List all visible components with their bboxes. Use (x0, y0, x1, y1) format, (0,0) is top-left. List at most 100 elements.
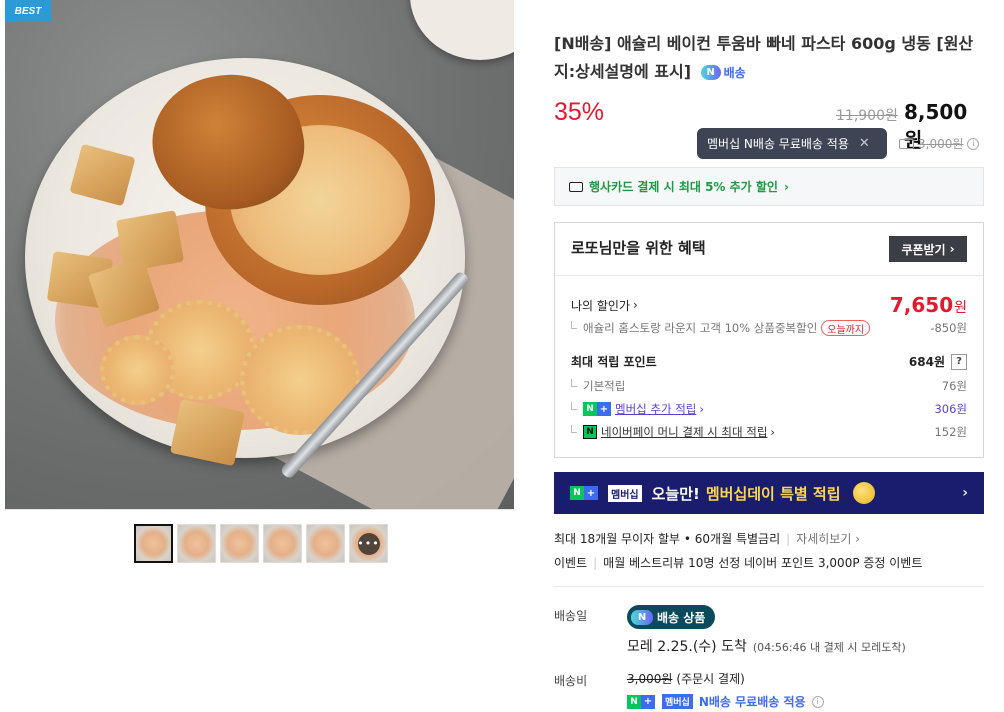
n-delivery-icon: N (700, 65, 721, 80)
gallery-divider (5, 509, 514, 510)
discount-rate: 35% (554, 98, 605, 126)
get-coupon-button[interactable]: 쿠폰받기 › (889, 236, 967, 262)
product-title-text: [N배송] 애슐리 베이컨 투움바 빠네 파스타 600g 냉동 [원산지:상세… (554, 34, 974, 81)
thumbnail-4[interactable] (263, 524, 302, 563)
delivery-arrival: 모레 2.25.(수) 도착 (04:56:46 내 결제 시 모레도착) (627, 636, 906, 656)
card-promo-text: 행사카드 결제 시 최대 5% 추가 할인 (589, 180, 778, 194)
info-icon[interactable]: i (967, 137, 980, 150)
basic-points-label: 기본적립 (583, 379, 626, 393)
plate-corner-graphic (410, 0, 514, 60)
my-discount-row: 나의 할인가 › 7,650원 (571, 293, 967, 317)
my-discount-unit: 원 (954, 300, 967, 316)
n-delivery-badge: N 배송 상품 (627, 605, 716, 629)
points-value: 684원 (908, 355, 945, 369)
shipping-tooltip-text: 멤버십 N배송 무료배송 적용 (707, 137, 849, 151)
shipping-fee-original: 3,000원 (918, 137, 964, 151)
card-promo-bar[interactable]: 행사카드 결제 시 최대 5% 추가 할인 › (554, 167, 984, 206)
my-discount-value: 7,650 (889, 293, 954, 317)
discount-detail-text: 애슐리 홈스토랑 라운지 고객 10% 상품중복할인 (583, 321, 818, 335)
divider (555, 275, 983, 276)
npay-points-row: N 네이버페이 머니 결제 시 최대 적립 › 152원 (571, 424, 967, 440)
basic-points-value: 76원 (941, 379, 967, 393)
membership-day-banner[interactable]: N + 멤버십 오늘만! 멤버십데이 특별 적립 › (554, 472, 984, 514)
membership-tag: 멤버십 (608, 484, 642, 502)
arrival-note: (04:56:46 내 결제 시 모레도착) (752, 641, 906, 654)
n-delivery-badge-text: 배송 상품 (657, 610, 706, 625)
banner-text-yellow: 멤버십데이 특별 적립 (705, 484, 841, 503)
product-title: [N배송] 애슐리 베이컨 투움바 빠네 파스타 600g 냉동 [원산지:상세… (554, 30, 984, 87)
info-icon[interactable]: i (811, 695, 824, 708)
naver-plus-icon: N + (583, 402, 611, 416)
points-label: 최대 적립 포인트 (571, 355, 657, 369)
thumbnail-5[interactable] (306, 524, 345, 563)
coin-icon (852, 482, 875, 504)
separator: | (593, 555, 598, 570)
installment-more-link[interactable]: 자세히보기 › (796, 530, 860, 547)
divider (554, 586, 984, 587)
naver-pay-icon: N (583, 425, 597, 439)
membership-points-row: N + 멤버십 추가 적립 › 306원 (571, 401, 967, 417)
n-delivery-icon: N (631, 609, 653, 625)
my-discount-label[interactable]: 나의 할인가 (571, 297, 630, 314)
chevron-right-icon[interactable]: › (699, 402, 704, 416)
close-icon[interactable]: ✕ (859, 136, 870, 151)
n-delivery-label: 배송 (723, 65, 746, 80)
get-coupon-label: 쿠폰받기 (901, 242, 946, 257)
discount-detail-value: -850원 (930, 321, 967, 335)
membership-tag: 멤버십 (662, 694, 693, 709)
chevron-right-icon: › (949, 242, 955, 256)
installment-row: 최대 18개월 무이자 할부 • 60개월 특별금리 | 자세히보기 › (554, 530, 860, 547)
shipping-fee-value: 3,000원 (주문시 결제) (627, 670, 745, 687)
tree-connector (571, 425, 577, 433)
chevron-right-icon: › (783, 179, 789, 194)
thumbnail-more[interactable]: ••• (349, 524, 388, 563)
free-shipping-text: N배송 무료배송 적용 (698, 695, 806, 709)
thumbnail-3[interactable] (220, 524, 259, 563)
naver-plus-icon: N + (627, 694, 655, 709)
chevron-right-icon[interactable]: › (633, 298, 638, 312)
tree-connector (571, 402, 577, 410)
best-badge: BEST (5, 0, 51, 22)
shipping-fee-row: 3,000원 i (899, 135, 980, 152)
event-label: 이벤트 (554, 556, 588, 570)
shipping-fee-note: (주문시 결제) (676, 672, 745, 686)
product-main-image[interactable]: BEST (5, 0, 514, 509)
event-text[interactable]: 매월 베스트리뷰 10명 선정 네이버 포인트 3,000P 증정 이벤트 (603, 554, 922, 571)
thumbnail-strip: ••• (134, 524, 388, 563)
shipping-fee-label: 배송비 (554, 674, 588, 688)
shipping-tooltip: 멤버십 N배송 무료배송 적용 ✕ (697, 128, 887, 159)
naver-plus-icon: N + (570, 486, 598, 500)
chevron-right-icon[interactable]: › (770, 425, 775, 439)
membership-points-value: 306원 (934, 402, 967, 416)
discount-detail-row: 애슐리 홈스토랑 라운지 고객 10% 상품중복할인 오늘까지 -850원 (571, 320, 967, 336)
chevron-right-icon: › (962, 485, 968, 501)
help-icon[interactable]: ? (951, 353, 967, 370)
event-row: 이벤트 | 매월 베스트리뷰 10명 선정 네이버 포인트 3,000P 증정 … (554, 554, 922, 571)
tree-connector (571, 379, 577, 387)
today-only-badge: 오늘까지 (821, 320, 871, 336)
npay-points-link[interactable]: 네이버페이 머니 결제 시 최대 적립 (601, 424, 767, 440)
free-shipping-line: N + 멤버십 N배송 무료배송 적용 i (627, 693, 824, 710)
banner-text-white: 오늘만! (651, 484, 700, 503)
pasta-swirl-graphic (100, 335, 175, 405)
original-price: 11,900원 (836, 108, 898, 124)
npay-points-value: 152원 (934, 425, 967, 439)
more-icon: ••• (357, 537, 380, 550)
thumbnail-2[interactable] (177, 524, 216, 563)
tree-connector (571, 321, 577, 329)
points-row: 최대 적립 포인트 684원 ? (571, 353, 967, 370)
installment-text: 최대 18개월 무이자 할부 • 60개월 특별금리 (554, 532, 781, 546)
arrival-date: 모레 2.25.(수) 도착 (627, 639, 747, 655)
truck-icon (899, 138, 914, 149)
n-delivery-mark: N 배송 (700, 59, 746, 87)
separator: | (786, 531, 791, 546)
thumbnail-1[interactable] (134, 524, 173, 563)
shipping-fee-original-price: 3,000원 (627, 672, 673, 686)
delivery-date-label: 배송일 (554, 609, 588, 623)
benefit-header: 로또님만을 위한 혜택 (571, 239, 706, 257)
basic-points-row: 기본적립 76원 (571, 378, 967, 394)
credit-card-icon (569, 181, 583, 192)
benefit-box: 로또님만을 위한 혜택 쿠폰받기 › 나의 할인가 › 7,650원 애슐리 홈… (554, 222, 984, 458)
my-discount-price: 7,650원 (890, 293, 967, 317)
membership-points-link[interactable]: 멤버십 추가 적립 (615, 401, 696, 417)
